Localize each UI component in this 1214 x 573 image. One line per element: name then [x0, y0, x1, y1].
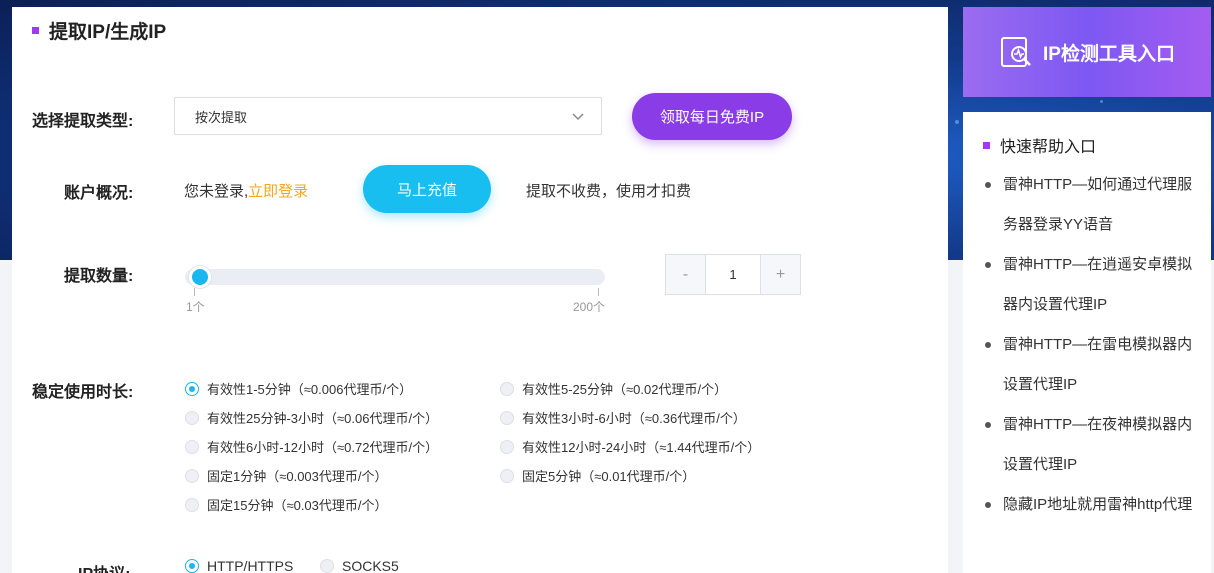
- radio-icon: [185, 497, 199, 512]
- slider-min-tick: [194, 288, 195, 296]
- extract-type-value: 按次提取: [195, 109, 248, 125]
- page-title: 提取IP/生成IP: [32, 17, 166, 44]
- help-list: 雷神HTTP—如何通过代理服务器登录YY语音 雷神HTTP—在逍遥安卓模拟器内设…: [983, 165, 1203, 525]
- quantity-label: 提取数量:: [64, 268, 134, 285]
- duration-option[interactable]: 固定1分钟（≈0.003代理币/个）: [185, 466, 388, 485]
- protocol-text: SOCKS5: [342, 558, 399, 573]
- duration-option[interactable]: 有效性25分钟-3小时（≈0.06代理币/个）: [185, 408, 438, 427]
- duration-option[interactable]: 固定15分钟（≈0.03代理币/个）: [185, 495, 388, 514]
- help-link[interactable]: 雷神HTTP—在雷电模拟器内设置代理IP: [983, 325, 1203, 405]
- radio-icon: [320, 559, 334, 573]
- ip-check-tool-banner[interactable]: IP检测工具入口: [963, 7, 1211, 97]
- slider-max-label: 200个: [573, 300, 606, 314]
- help-title: 快速帮助入口: [983, 133, 1096, 157]
- duration-text: 固定15分钟（≈0.03代理币/个）: [207, 498, 388, 513]
- radio-selected-icon: [185, 559, 199, 573]
- chevron-down-icon: [572, 113, 584, 121]
- duration-text: 有效性3小时-6小时（≈0.36代理币/个）: [522, 411, 746, 426]
- account-status-text: 您未登录,: [184, 183, 249, 200]
- radio-selected-icon: [185, 381, 199, 396]
- title-marker: [32, 27, 39, 34]
- duration-option[interactable]: 有效性5-25分钟（≈0.02代理币/个）: [500, 379, 727, 398]
- protocol-label: IP协议:: [78, 560, 130, 573]
- type-label: 选择提取类型:: [32, 113, 134, 130]
- help-link[interactable]: 雷神HTTP—如何通过代理服务器登录YY语音: [983, 165, 1203, 245]
- radio-icon: [500, 439, 514, 454]
- radio-icon: [185, 410, 199, 425]
- help-panel: 快速帮助入口 雷神HTTP—如何通过代理服务器登录YY语音 雷神HTTP—在逍遥…: [963, 112, 1211, 573]
- radio-icon: [185, 439, 199, 454]
- extract-type-select[interactable]: 按次提取: [174, 97, 602, 135]
- slider-min-label: 1个: [186, 300, 205, 314]
- decrement-button[interactable]: -: [666, 255, 705, 294]
- duration-text: 固定5分钟（≈0.01代理币/个）: [522, 469, 696, 484]
- extract-panel: 提取IP/生成IP 选择提取类型: 按次提取 领取每日免费IP 账户概况: 您未…: [12, 7, 948, 573]
- slider-max-tick: [598, 288, 599, 296]
- radio-icon: [500, 381, 514, 396]
- free-ip-button[interactable]: 领取每日免费IP: [632, 93, 792, 140]
- tool-banner-label: IP检测工具入口: [1043, 43, 1175, 65]
- duration-text: 有效性12小时-24小时（≈1.44代理币/个）: [522, 440, 761, 455]
- duration-text: 有效性5-25分钟（≈0.02代理币/个）: [522, 382, 728, 397]
- duration-text: 固定1分钟（≈0.003代理币/个）: [207, 469, 388, 484]
- radio-icon: [500, 468, 514, 483]
- protocol-option-socks5[interactable]: SOCKS5: [320, 558, 399, 573]
- fee-note: 提取不收费，使用才扣费: [526, 183, 692, 200]
- radio-icon: [500, 410, 514, 425]
- account-status: 您未登录,立即登录: [184, 180, 308, 201]
- radio-icon: [185, 468, 199, 483]
- protocol-option-http[interactable]: HTTP/HTTPS: [185, 558, 293, 573]
- quantity-slider-handle[interactable]: [189, 266, 211, 288]
- duration-label: 稳定使用时长:: [32, 384, 134, 401]
- quantity-slider-track[interactable]: [185, 269, 605, 285]
- help-title-text: 快速帮助入口: [1000, 139, 1097, 156]
- help-link[interactable]: 雷神HTTP—在夜神模拟器内设置代理IP: [983, 405, 1203, 485]
- quantity-input[interactable]: 1: [705, 255, 761, 294]
- monitor-search-icon: [1001, 37, 1031, 67]
- protocol-text: HTTP/HTTPS: [207, 558, 294, 573]
- quantity-stepper: - 1 +: [665, 254, 801, 295]
- duration-option[interactable]: 有效性3小时-6小时（≈0.36代理币/个）: [500, 408, 746, 427]
- recharge-button[interactable]: 马上充值: [363, 165, 491, 213]
- duration-option[interactable]: 固定5分钟（≈0.01代理币/个）: [500, 466, 695, 485]
- help-title-marker: [983, 141, 990, 149]
- duration-text: 有效性1-5分钟（≈0.006代理币/个）: [207, 382, 413, 397]
- help-link[interactable]: 雷神HTTP—在逍遥安卓模拟器内设置代理IP: [983, 245, 1203, 325]
- duration-text: 有效性25分钟-3小时（≈0.06代理币/个）: [207, 411, 439, 426]
- login-link[interactable]: 立即登录: [248, 183, 308, 200]
- duration-option[interactable]: 有效性12小时-24小时（≈1.44代理币/个）: [500, 437, 760, 456]
- duration-text: 有效性6小时-12小时（≈0.72代理币/个）: [207, 440, 439, 455]
- account-label: 账户概况:: [64, 185, 134, 202]
- duration-option[interactable]: 有效性1-5分钟（≈0.006代理币/个）: [185, 379, 412, 398]
- help-link[interactable]: 隐藏IP地址就用雷神http代理: [983, 485, 1203, 525]
- duration-option[interactable]: 有效性6小时-12小时（≈0.72代理币/个）: [185, 437, 438, 456]
- increment-button[interactable]: +: [761, 255, 800, 294]
